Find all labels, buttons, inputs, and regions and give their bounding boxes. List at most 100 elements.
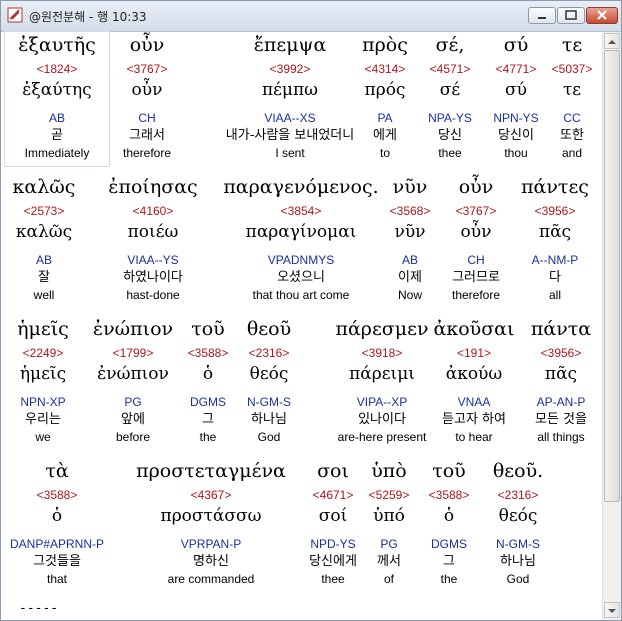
parsing-code: N-GM-S [247,395,291,409]
parsing-code: NPN-YS [493,111,539,125]
english-gloss: therefore [451,288,501,302]
lemma-word: οὖν [460,222,492,242]
english-gloss: God [506,572,530,586]
word-cell[interactable]: ἡμεῖς <2249> ἡμεῖς NPN-XP 우리는 we [5,316,81,445]
strongs-number: <2316> [497,488,539,502]
strongs-number: <4671> [312,488,354,502]
strongs-number: <1799> [112,346,154,360]
lemma-word: ὁ [443,506,455,526]
app-icon [7,7,23,23]
scroll-down-button[interactable] [604,602,620,618]
greek-word: προστεταγμένα [136,460,286,482]
english-gloss: thou [504,146,528,160]
word-cell[interactable]: οὖν <3767> οὖν CH 그러므로 therefore [435,174,517,303]
english-gloss: to hear [455,430,493,444]
korean-gloss: 당신이 [498,128,534,143]
parsing-code: NPA-YS [428,111,472,125]
scroll-up-button[interactable] [604,33,620,49]
greek-word: ἐξαυτῆς [18,34,96,56]
greek-word: τὰ [45,460,69,482]
english-gloss: well [33,288,55,302]
lemma-word: θεός [249,364,289,384]
arrow-down-icon [608,609,616,613]
lemma-word: ὁ [202,364,214,384]
parsing-code: VPADNMYS [267,253,335,267]
word-cell[interactable]: ἐξαυτῆς <1824> ἐξαύτης AB 곧 Immediately [5,32,109,161]
greek-word: ἐνώπιον [92,318,174,340]
parsing-code: DGMS [431,537,467,551]
lemma-word: ὁ [51,506,63,526]
greek-word: νῦν [392,176,428,198]
minimize-button[interactable] [528,7,556,24]
parsing-code: VNAA [457,395,491,409]
greek-word: παραγενόμενος. [223,176,379,198]
word-cell[interactable]: ὑπὸ <5259> ὑπό PG 께서 of [361,458,417,587]
lemma-word: σοί [318,506,348,526]
strongs-number: <191> [456,346,492,360]
maximize-icon [565,10,577,20]
korean-gloss: 당신에게 [309,554,357,569]
korean-gloss: 앞에 [121,412,145,427]
word-cell[interactable]: τοῦ <3588> ὁ DGMS 그 the [185,316,231,445]
word-cell[interactable]: τὰ <3588> ὁ DANP#APRNN-P 그것들을 that [5,458,109,587]
lemma-word: σύ [505,80,527,100]
korean-gloss: 명하신 [193,554,229,569]
footer-dashes: ----- [19,601,59,616]
strongs-number: <3588> [36,488,78,502]
korean-gloss: 곧 [51,128,63,143]
korean-gloss: 당신 [438,128,462,143]
vertical-scrollbar[interactable] [602,32,621,620]
lemma-word: παραγίνομαι [245,222,357,242]
greek-word: θεοῦ. [492,460,544,482]
word-cell[interactable]: σοι <4671> σοί NPD-YS 당신에게 thee [305,458,361,587]
minimize-icon [538,17,546,19]
title-bar[interactable]: @원전분해 - 행 10:33 [1,1,621,32]
korean-gloss: 에게 [373,128,397,143]
parsing-code: AB [35,253,52,267]
korean-gloss: 그 [202,412,214,427]
word-cell[interactable]: θεοῦ <2316> θεός N-GM-S 하나님 God [231,316,307,445]
word-cell[interactable]: πάντες <3956> πᾶς A--NM-P 다 all [513,174,597,303]
korean-gloss: 모든 것을 [535,412,587,427]
lemma-word: νῦν [394,222,426,242]
strongs-number: <3588> [187,346,229,360]
word-cell[interactable]: ἐνώπιον <1799> ἐνώπιον PG 앞에 before [81,316,185,445]
strongs-number: <3568> [389,204,431,218]
parsing-code: DANP#APRNN-P [9,537,105,551]
word-cell[interactable]: πρὸς <4314> πρός PA 에게 to [355,32,415,161]
word-cell[interactable]: προστεταγμένα <4367> προστάσσω VPRPAN-P 명하신 a… [109,458,313,587]
korean-gloss: 그러므로 [452,270,500,285]
english-gloss: thee [321,572,345,586]
word-cell[interactable]: θεοῦ. <2316> θεός N-GM-S 하나님 God [481,458,555,587]
close-button[interactable] [586,7,618,24]
greek-word: οὖν [129,34,165,56]
strongs-number: <3854> [280,204,322,218]
korean-gloss: 이제 [398,270,422,285]
strongs-number: <3956> [534,204,576,218]
scroll-thumb[interactable] [604,50,620,502]
word-cell[interactable]: πάντα <3956> πᾶς AP-AN-P 모든 것을 all things [523,316,599,445]
korean-gloss: 그래서 [129,128,165,143]
strongs-number: <4771> [495,62,537,76]
korean-gloss: 듣고자 하여 [442,412,506,427]
parsing-code: PG [124,395,142,409]
word-cell[interactable]: νῦν <3568> νῦν AB 이제 Now [385,174,435,303]
word-cell[interactable]: τοῦ <3588> ὁ DGMS 그 the [417,458,481,587]
english-gloss: before [115,430,151,444]
parsing-code: AB [48,111,65,125]
word-cell[interactable]: οὖν <3767> οὖν CH 그래서 therefore [109,32,185,161]
word-cell[interactable]: τε <5037> τε CC 또한 and [547,32,597,161]
word-cell[interactable]: σύ <4771> σύ NPN-YS 당신이 thou [485,32,547,161]
word-cell[interactable]: ἀκοῦσαι <191> ἀκούω VNAA 듣고자 하여 to hear [425,316,523,445]
strongs-number: <4571> [429,62,471,76]
maximize-button[interactable] [557,7,585,24]
greek-word: πάντες [521,176,589,198]
english-gloss: that thou art come [252,288,350,302]
strongs-number: <3588> [428,488,470,502]
strongs-number: <2249> [22,346,64,360]
word-cell[interactable]: παραγενόμενος. <3854> παραγίνομαι VPADNMYS 오… [201,174,401,303]
lemma-word: ἐξαύτης [22,80,92,100]
word-cell[interactable]: καλῶς <2573> καλῶς AB 잘 well [5,174,83,303]
english-gloss: Immediately [24,146,90,160]
word-cell[interactable]: σέ, <4571> σέ NPA-YS 당신 thee [415,32,485,161]
